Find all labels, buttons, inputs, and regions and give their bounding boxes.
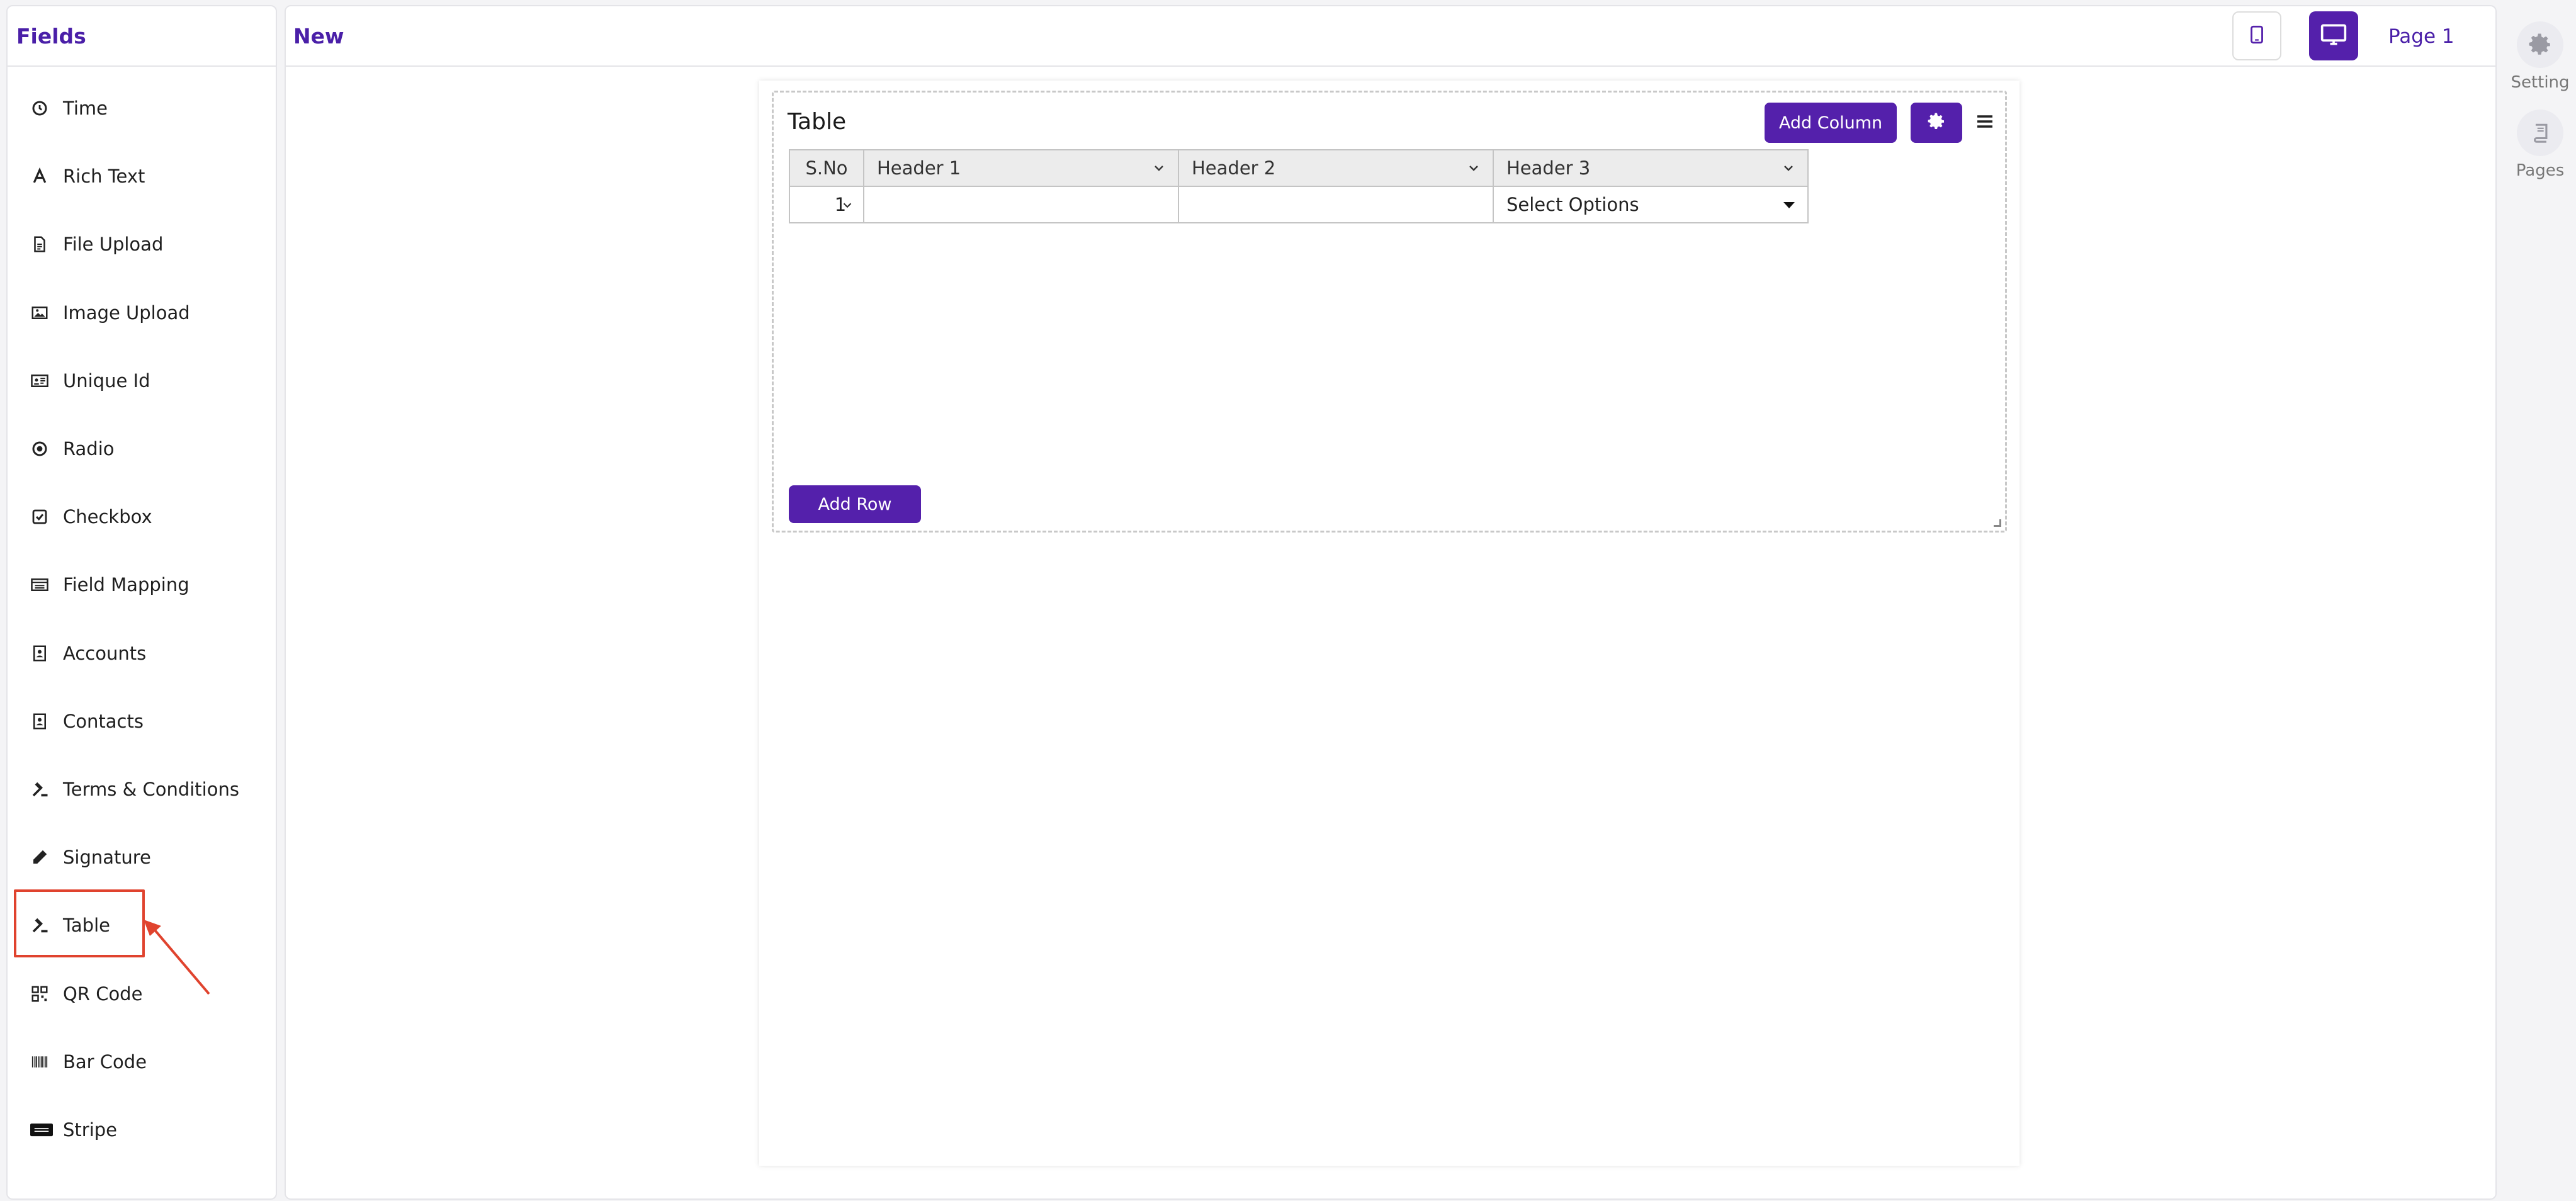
sidebar-scrollbar[interactable] xyxy=(276,519,277,1175)
caret-down-icon xyxy=(1783,202,1795,208)
column-header-2[interactable]: Header 2 xyxy=(1178,149,1494,187)
main-area: New Page 1 Table Add Column S.No Header … xyxy=(285,5,2497,1200)
top-bar: New Page 1 xyxy=(286,6,2495,67)
field-label: Checkbox xyxy=(63,506,152,528)
right-rail: Setting Pages xyxy=(2504,5,2576,257)
desktop-view-button[interactable] xyxy=(2309,11,2358,60)
field-label: Bar Code xyxy=(63,1051,147,1073)
field-item-image-upload[interactable]: Image Upload xyxy=(8,279,276,347)
field-item-radio[interactable]: Radio xyxy=(8,415,276,483)
font-icon xyxy=(30,164,63,189)
gear-icon xyxy=(1926,111,1946,134)
tablet-view-button[interactable] xyxy=(2232,11,2281,60)
field-item-bar-code[interactable]: Bar Code xyxy=(8,1028,276,1096)
field-item-unique-id[interactable]: Unique Id xyxy=(8,347,276,415)
field-item-field-mapping[interactable]: Field Mapping xyxy=(8,551,276,619)
desktop-icon xyxy=(2320,21,2347,51)
add-row-button[interactable]: Add Row xyxy=(789,485,921,523)
field-item-rich-text[interactable]: Rich Text xyxy=(8,142,276,210)
pages-label: Pages xyxy=(2516,161,2565,180)
field-label: Time xyxy=(63,98,108,120)
data-table: S.No Header 1 Header 2 Header 3 1 Select… xyxy=(789,149,1809,223)
tablet-icon xyxy=(2246,24,2268,48)
field-label: Radio xyxy=(63,438,115,460)
list-icon xyxy=(30,572,63,597)
table-header-row: S.No Header 1 Header 2 Header 3 xyxy=(789,149,1809,187)
table-widget[interactable]: Table Add Column S.No Header 1 Header 2 … xyxy=(772,91,2007,533)
contact-book-icon xyxy=(30,709,63,734)
cell-header-2[interactable] xyxy=(1178,186,1494,223)
field-label: Field Mapping xyxy=(63,574,189,596)
pen-icon xyxy=(30,845,63,870)
image-icon xyxy=(30,300,63,325)
gear-icon xyxy=(2517,21,2563,68)
table-row: 1 Select Options xyxy=(789,186,1809,223)
field-label: Signature xyxy=(63,847,151,869)
column-header-sno: S.No xyxy=(789,149,864,187)
chevron-down-icon[interactable] xyxy=(1151,161,1167,176)
column-header-label: Header 2 xyxy=(1192,157,1276,179)
resize-handle[interactable] xyxy=(1994,519,2001,527)
field-label: File Upload xyxy=(63,234,164,256)
select-options-value: Select Options xyxy=(1506,194,1639,215)
table-widget-title: Table xyxy=(788,109,847,135)
chevron-down-icon[interactable] xyxy=(1466,161,1481,176)
hamburger-icon xyxy=(1975,111,1995,134)
field-item-signature[interactable]: Signature xyxy=(8,823,276,891)
add-column-button[interactable]: Add Column xyxy=(1765,103,1897,143)
page-label[interactable]: Page 1 xyxy=(2388,6,2455,67)
field-label: Stripe xyxy=(63,1119,118,1141)
setting-label: Setting xyxy=(2511,73,2570,92)
field-item-terms-conditions[interactable]: Terms & Conditions xyxy=(8,755,276,823)
form-canvas: Table Add Column S.No Header 1 Header 2 … xyxy=(759,81,2020,1166)
field-label: Contacts xyxy=(63,710,144,732)
field-label: Terms & Conditions xyxy=(63,778,239,800)
column-header-label: Header 3 xyxy=(1506,157,1591,179)
chevron-down-icon[interactable] xyxy=(1781,161,1796,176)
field-label: QR Code xyxy=(63,983,143,1005)
field-item-checkbox[interactable]: Checkbox xyxy=(8,483,276,551)
setting-rail-button[interactable]: Setting xyxy=(2504,21,2576,92)
barcode-icon xyxy=(30,1049,63,1074)
field-label: Rich Text xyxy=(63,166,145,188)
column-header-3[interactable]: Header 3 xyxy=(1493,149,1809,187)
field-item-accounts[interactable]: Accounts xyxy=(8,619,276,687)
clock-icon xyxy=(30,96,63,121)
field-label: Unique Id xyxy=(63,369,150,392)
field-item-time[interactable]: Time xyxy=(8,74,276,142)
column-header-label: Header 1 xyxy=(877,157,961,179)
chevron-down-icon xyxy=(843,203,852,208)
pages-rail-button[interactable]: Pages xyxy=(2504,110,2576,180)
field-label: Accounts xyxy=(63,642,147,664)
field-label: Image Upload xyxy=(63,302,190,324)
column-header-1[interactable]: Header 1 xyxy=(863,149,1179,187)
checkbox-icon xyxy=(30,504,63,529)
contact-book-icon xyxy=(30,641,63,666)
fields-sidebar: Fields Time Rich Text File Upload Image … xyxy=(6,5,277,1200)
table-settings-button[interactable] xyxy=(1911,103,1962,143)
table-menu-button[interactable] xyxy=(1972,109,1997,137)
book-icon xyxy=(2517,110,2563,156)
stripe-icon xyxy=(30,1117,63,1142)
form-name[interactable]: New xyxy=(293,6,344,67)
annotation-arrow-icon xyxy=(144,920,210,995)
file-icon xyxy=(30,232,63,257)
sidebar-title: Fields xyxy=(8,6,276,67)
field-item-file-upload[interactable]: File Upload xyxy=(8,210,276,278)
gavel-icon xyxy=(30,777,63,802)
field-item-stripe[interactable]: Stripe xyxy=(8,1096,276,1164)
field-item-contacts[interactable]: Contacts xyxy=(8,687,276,755)
qr-code-icon xyxy=(30,981,63,1006)
select-options-dropdown[interactable]: Select Options xyxy=(1493,186,1809,223)
row-number-select[interactable]: 1 xyxy=(789,186,864,223)
id-card-icon xyxy=(30,368,63,393)
table-item-highlight xyxy=(14,889,145,957)
radio-icon xyxy=(30,436,63,461)
cell-header-1[interactable] xyxy=(863,186,1179,223)
